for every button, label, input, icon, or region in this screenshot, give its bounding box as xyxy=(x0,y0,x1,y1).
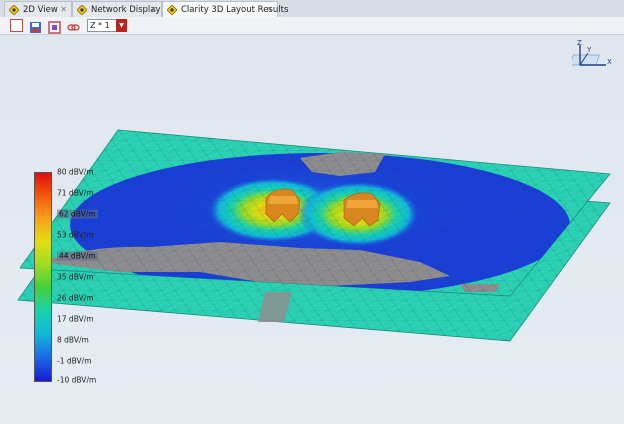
axis-triad-icon: Z Y X xyxy=(572,39,612,66)
link-icon[interactable] xyxy=(67,19,80,32)
close-icon[interactable]: ✕ xyxy=(150,2,157,18)
close-icon[interactable]: ✕ xyxy=(266,2,273,18)
tab-2d-view[interactable]: 2D View ✕ xyxy=(4,1,72,17)
color-legend: 80 dBV/m 71 dBV/m 62 dBV/m 53 dBV/m 44 d… xyxy=(34,168,124,385)
close-icon[interactable]: ✕ xyxy=(60,2,67,18)
view-diamond-icon xyxy=(77,5,87,15)
fit-view-icon[interactable] xyxy=(48,19,61,34)
axis-x-label: X xyxy=(607,58,612,66)
chevron-down-icon[interactable]: ▼ xyxy=(116,19,127,32)
z-scale-value: Z * 1 xyxy=(90,21,110,30)
legend-label: 35 dBV/m xyxy=(57,272,94,282)
z-scale-select[interactable]: Z * 1 ▼ xyxy=(87,19,127,32)
toolbar: Z * 1 ▼ xyxy=(0,17,624,35)
tab-label: 2D View xyxy=(23,5,58,15)
view-diamond-icon xyxy=(167,5,177,15)
save-view-icon[interactable] xyxy=(29,19,42,33)
legend-label: 44 dBV/m xyxy=(57,251,98,261)
legend-label: -1 dBV/m xyxy=(57,356,92,366)
box-select-icon[interactable] xyxy=(10,19,23,32)
axis-z-label: Z xyxy=(577,39,582,47)
legend-label: 26 dBV/m xyxy=(57,293,94,303)
legend-label: 62 dBV/m xyxy=(57,209,98,219)
legend-label: 71 dBV/m xyxy=(57,188,94,198)
legend-label: 8 dBV/m xyxy=(57,335,89,345)
legend-label: -10 dBV/m xyxy=(57,375,97,385)
legend-label: 80 dBV/m xyxy=(57,167,94,177)
tab-network-display[interactable]: Network Display ✕ xyxy=(72,1,162,17)
view-diamond-icon xyxy=(9,5,19,15)
axis-y-label: Y xyxy=(586,46,592,54)
tab-clarity-3d-layout-results[interactable]: Clarity 3D Layout Results ✕ xyxy=(162,1,288,18)
legend-label: 53 dBV/m xyxy=(57,230,94,240)
legend-color-bar xyxy=(34,172,52,382)
tab-bar: 2D View ✕ Network Display ✕ Clarity 3D L… xyxy=(0,0,624,18)
legend-label: 17 dBV/m xyxy=(57,314,94,324)
